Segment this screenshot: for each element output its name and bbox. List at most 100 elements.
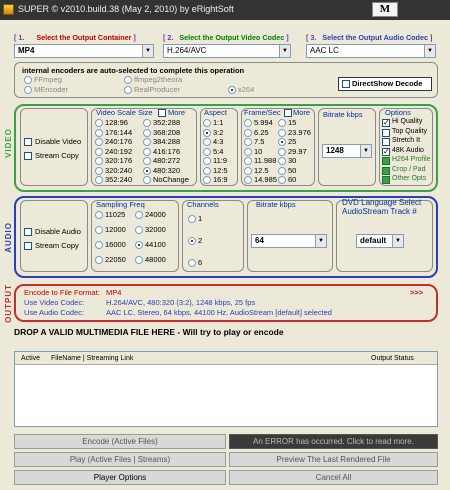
title-bar: SUPER © v2010.build.38 (May 2, 2010) by …	[0, 0, 450, 20]
fps-option-radio[interactable]	[278, 166, 286, 175]
scale-option-radio[interactable]	[95, 128, 103, 137]
scale-option-radio[interactable]	[143, 128, 151, 137]
aspect-option-radio[interactable]	[203, 128, 211, 137]
audio-section-label: AUDIO	[4, 222, 13, 253]
channel-option-radio[interactable]	[188, 259, 196, 267]
video-stream-copy-checkbox[interactable]	[24, 152, 32, 160]
scale-option-radio[interactable]	[143, 157, 151, 165]
fps-option-radio[interactable]	[244, 147, 252, 156]
preview-button[interactable]: Preview The Last Rendered File	[229, 452, 438, 467]
container-select[interactable]: MP4 ▼	[14, 44, 154, 58]
scale-option-radio[interactable]	[95, 147, 103, 156]
fps-option-label: 7.5	[254, 137, 265, 146]
freq-option-radio[interactable]	[135, 211, 143, 219]
scale-option-radio[interactable]	[95, 157, 103, 165]
freq-option-label: 11025	[105, 210, 126, 219]
option-checkbox[interactable]	[382, 176, 390, 184]
aspect-option-radio[interactable]	[203, 138, 211, 146]
audio-bitrate-select[interactable]: 64 ▼	[251, 234, 327, 248]
aspect-option-radio[interactable]	[203, 176, 211, 184]
freq-option-radio[interactable]	[135, 256, 143, 264]
option-checkbox[interactable]	[382, 166, 390, 175]
option-checkbox[interactable]	[382, 118, 390, 127]
m-button[interactable]: M	[372, 2, 398, 17]
aspect-option-radio[interactable]	[203, 157, 211, 165]
chevron-down-icon: ▼	[315, 235, 326, 247]
freq-option-radio[interactable]	[135, 241, 143, 249]
option-checkbox[interactable]	[382, 138, 390, 146]
encoders-title: internal encoders are auto-selected to c…	[22, 66, 245, 75]
audio-disable-box	[20, 200, 88, 272]
x264-radio[interactable]	[228, 86, 236, 94]
freq-option-radio[interactable]	[95, 241, 103, 249]
scale-option-radio[interactable]	[95, 176, 103, 184]
fps-option-radio[interactable]	[278, 119, 286, 127]
freq-option-radio[interactable]	[135, 226, 143, 234]
option-checkbox[interactable]	[382, 157, 390, 165]
fps-option-radio[interactable]	[244, 176, 252, 184]
scale-more-checkbox[interactable]	[158, 109, 166, 117]
option-checkbox[interactable]	[382, 128, 390, 137]
scale-option-radio[interactable]	[143, 138, 151, 146]
channel-option-radio[interactable]	[188, 215, 196, 223]
file-table[interactable]: Active FileName | Streaming Link Output …	[14, 351, 438, 427]
video-bitrate-select[interactable]: 1248 ▼	[322, 144, 372, 158]
option-label: Crop / Pad	[392, 165, 426, 173]
error-message-button[interactable]: An ERROR has occurred. Click to read mor…	[229, 434, 438, 449]
audio-stream-copy-checkbox[interactable]	[24, 242, 32, 250]
fps-option-label: 12.5	[254, 165, 269, 175]
aspect-option-radio[interactable]	[203, 119, 211, 127]
cancel-all-button[interactable]: Cancel All	[229, 470, 438, 485]
channel-option-radio[interactable]	[188, 237, 196, 245]
scale-option-radio[interactable]	[143, 166, 151, 175]
ffmpeg2theora-radio[interactable]	[124, 76, 132, 84]
freq-option-label: 44100	[145, 240, 166, 249]
freq-option-radio[interactable]	[95, 226, 103, 234]
freq-option-radio[interactable]	[95, 211, 103, 219]
disable-audio-checkbox[interactable]	[24, 228, 32, 236]
fps-option-radio[interactable]	[278, 176, 286, 184]
scale-option-radio[interactable]	[95, 119, 103, 127]
audio-codec-select[interactable]: AAC LC ▼	[306, 44, 436, 58]
channel-option-label: 6	[198, 258, 203, 267]
aspect-option-radio[interactable]	[203, 147, 211, 156]
fps-option-label: 15	[288, 118, 297, 127]
fps-option-label: 6.25	[254, 127, 269, 137]
ffmpeg-radio[interactable]	[24, 76, 32, 84]
fps-option-radio[interactable]	[278, 138, 286, 146]
fps-option-radio[interactable]	[244, 128, 252, 137]
fps-option-label: 23.976	[288, 127, 311, 137]
fps-option-radio[interactable]	[244, 157, 252, 165]
chevron-down-icon: ▼	[424, 45, 435, 57]
option-checkbox[interactable]	[382, 147, 390, 156]
video-codec-select[interactable]: H.264/AVC ▼	[163, 44, 291, 58]
fps-option-radio[interactable]	[244, 138, 252, 146]
fps-option-radio[interactable]	[278, 128, 286, 137]
encode-button[interactable]: Encode (Active Files)	[14, 434, 226, 449]
option-label: 48K Audio	[392, 146, 424, 154]
directshow-decode-toggle[interactable]: DirectShow Decode	[338, 77, 432, 91]
fps-option-radio[interactable]	[244, 166, 252, 175]
scale-option-radio[interactable]	[143, 119, 151, 127]
fps-more-checkbox[interactable]	[284, 109, 292, 117]
disable-video-checkbox[interactable]	[24, 138, 32, 146]
play-button[interactable]: Play (Active Files | Streams)	[14, 452, 226, 467]
container-value: MP4	[18, 46, 35, 55]
chevron-down-icon: ▼	[279, 45, 290, 57]
fps-option-radio[interactable]	[244, 119, 252, 127]
scale-option-radio[interactable]	[143, 176, 151, 184]
scale-option-radio[interactable]	[95, 166, 103, 175]
option-label: Hi Quality	[392, 118, 423, 125]
scale-option-radio[interactable]	[95, 138, 103, 146]
output-more-button[interactable]: >>>	[410, 288, 423, 297]
freq-option-radio[interactable]	[95, 256, 103, 264]
mencoder-radio[interactable]	[24, 86, 32, 94]
scale-option-radio[interactable]	[143, 147, 151, 156]
dvd-track-select[interactable]: default ▼	[356, 234, 404, 248]
fps-option-radio[interactable]	[278, 157, 286, 165]
player-options-button[interactable]: Player Options	[14, 470, 226, 485]
realproducer-radio[interactable]	[124, 86, 132, 94]
output-audio-label: Use Audio Codec:	[24, 308, 85, 317]
fps-option-radio[interactable]	[278, 147, 286, 156]
aspect-option-radio[interactable]	[203, 166, 211, 175]
